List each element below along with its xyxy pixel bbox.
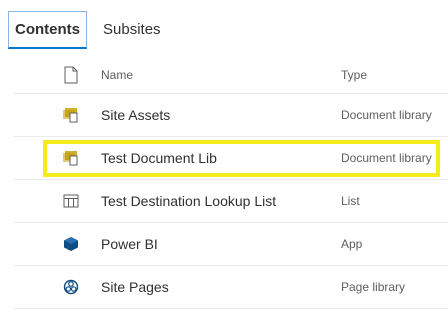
list-item[interactable]: Power BI App (14, 223, 448, 266)
list-item-type: List (341, 194, 360, 208)
list-item[interactable]: Site Pages Page library (14, 266, 448, 309)
column-header-name[interactable]: Name (101, 68, 133, 82)
page-library-icon (62, 278, 80, 296)
list-item-name[interactable]: Site Pages (101, 279, 169, 295)
list-item-type: Page library (341, 280, 406, 294)
list-item-name[interactable]: Test Document Lib (101, 150, 217, 166)
list-icon (62, 192, 80, 210)
document-library-icon (62, 149, 80, 167)
list-item-name[interactable]: Test Destination Lookup List (101, 193, 276, 209)
list-item-type: App (341, 237, 363, 251)
tab-contents[interactable]: Contents (8, 11, 87, 49)
list-item-name[interactable]: Site Assets (101, 107, 170, 123)
list-item[interactable]: Test Document Lib Document library (14, 137, 448, 180)
list-header: Name Type (14, 56, 448, 94)
tab-subsites[interactable]: Subsites (97, 12, 167, 48)
contents-list: Name Type Site Assets Document library T… (14, 56, 448, 309)
list-item-name[interactable]: Power BI (101, 236, 158, 252)
list-item[interactable]: Test Destination Lookup List List (14, 180, 448, 223)
tab-bar: Contents Subsites (8, 10, 167, 50)
list-item-type: Document library (341, 151, 432, 165)
list-item[interactable]: Site Assets Document library (14, 94, 448, 137)
column-header-type[interactable]: Type (341, 68, 367, 82)
document-library-icon (62, 106, 80, 124)
app-icon (62, 235, 80, 253)
list-item-type: Document library (341, 108, 432, 122)
file-icon (62, 66, 80, 84)
